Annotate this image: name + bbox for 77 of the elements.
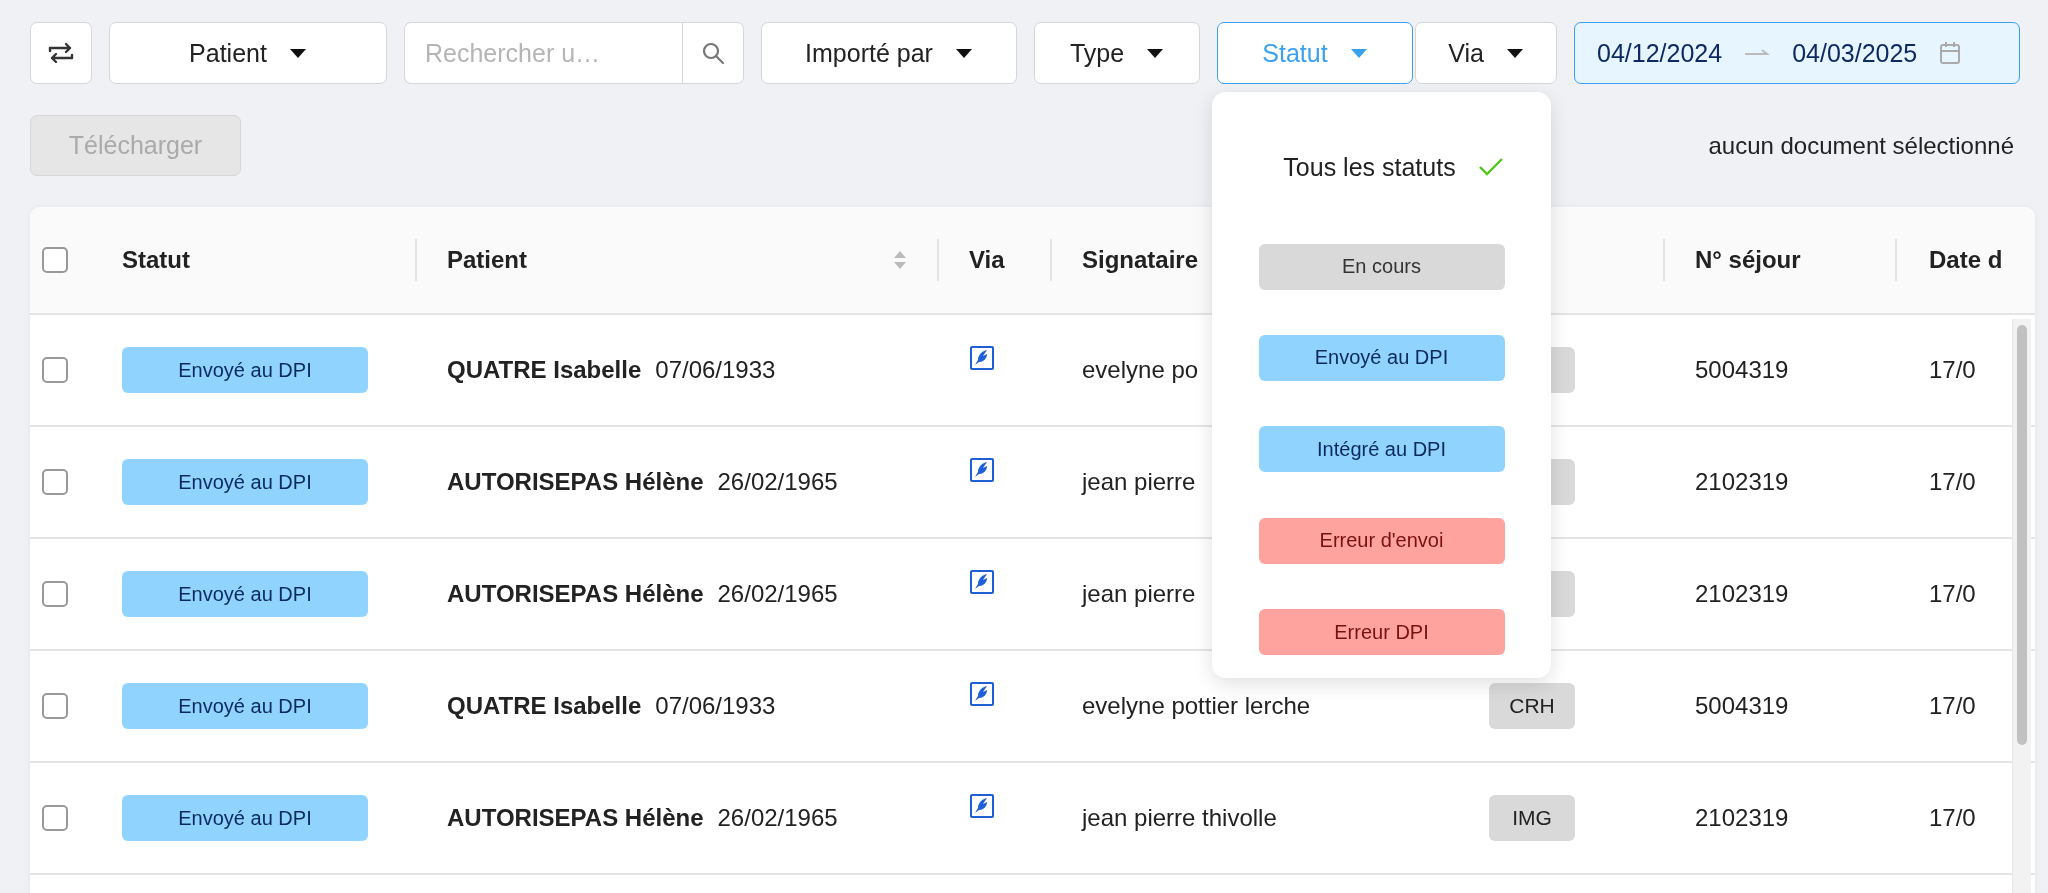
date-range-field[interactable]: 04/12/2024 04/03/2025 <box>1574 22 2020 84</box>
end-date: 04/03/2025 <box>1792 38 1918 68</box>
birth-date: 07/06/1933 <box>655 356 776 384</box>
type-badge: CRH <box>1489 683 1575 729</box>
feather-icon <box>969 681 995 707</box>
row-checkbox[interactable] <box>42 693 68 719</box>
swap-arrows-icon <box>47 41 75 65</box>
patient-name: AUTORISEPAS Hélène <box>447 804 704 832</box>
row-checkbox[interactable] <box>42 581 68 607</box>
signatory: jean pierre <box>1082 468 1196 496</box>
menu-option[interactable]: Envoyé au DPI <box>1258 334 1505 381</box>
row-checkbox[interactable] <box>42 357 68 383</box>
column-header[interactable]: Statut <box>122 246 190 274</box>
column-header[interactable]: Patient <box>447 246 907 274</box>
patient-name: QUATRE Isabelle <box>447 692 642 720</box>
menu-option[interactable]: Tous les statuts <box>1283 152 1504 182</box>
feather-icon <box>969 457 995 483</box>
swap-button[interactable] <box>30 22 92 84</box>
date-cell: 17/0 <box>1929 580 1976 608</box>
select-all-checkbox[interactable] <box>42 247 68 273</box>
row-checkbox[interactable] <box>42 805 68 831</box>
search-button[interactable] <box>682 22 744 84</box>
signatory: jean pierre <box>1082 580 1196 608</box>
caret-icon <box>1146 47 1165 59</box>
filter-dropdown[interactable]: Type <box>1034 22 1200 84</box>
status-badge: Envoyé au DPI <box>122 795 368 841</box>
status-badge: Envoyé au DPI <box>122 571 368 617</box>
birth-date: 07/06/1933 <box>655 692 776 720</box>
filter-dropdown[interactable]: Patient <box>109 22 387 84</box>
column-header[interactable]: Via <box>969 246 1005 274</box>
calendar-icon <box>1939 41 1962 65</box>
search-icon <box>701 41 725 65</box>
column-header[interactable]: N° séjour <box>1695 246 1801 274</box>
sort-icon[interactable] <box>893 249 907 271</box>
signatory: jean pierre thivolle <box>1082 804 1277 832</box>
status-badge: Envoyé au DPI <box>122 459 368 505</box>
menu-option[interactable]: En cours <box>1258 243 1505 290</box>
menu-option[interactable]: Intégré au DPI <box>1258 426 1505 473</box>
start-date: 04/12/2024 <box>1597 38 1723 68</box>
menu-option[interactable]: Erreur DPI <box>1258 609 1505 656</box>
menu-option[interactable]: Erreur d'envoi <box>1258 517 1505 564</box>
birth-date: 26/02/1965 <box>717 580 838 608</box>
status-badge: Envoyé au DPI <box>122 683 368 729</box>
patient-name: AUTORISEPAS Hélène <box>447 468 704 496</box>
filter-dropdown[interactable]: Importé par <box>761 22 1017 84</box>
date-cell: 17/0 <box>1929 804 1976 832</box>
row-checkbox[interactable] <box>42 469 68 495</box>
caret-icon <box>954 47 973 59</box>
scrollbar[interactable] <box>2012 319 2031 893</box>
feather-icon <box>969 569 995 595</box>
patient-name: AUTORISEPAS Hélène <box>447 580 704 608</box>
selection-info: aucun document sélectionné <box>1708 131 2014 160</box>
stay-number: 2102319 <box>1695 804 1789 832</box>
date-cell: 17/0 <box>1929 356 1976 384</box>
date-cell: 17/0 <box>1929 692 1976 720</box>
stay-number: 5004319 <box>1695 356 1789 384</box>
filter-dropdown[interactable]: Via <box>1415 22 1557 84</box>
feather-icon <box>969 345 995 371</box>
type-badge: IMG <box>1489 795 1575 841</box>
feather-icon <box>969 793 995 819</box>
caret-icon <box>1349 47 1368 59</box>
caret-icon <box>288 47 307 59</box>
check-icon <box>1477 157 1504 178</box>
signatory: evelyne po <box>1082 356 1199 384</box>
date-cell: 17/0 <box>1929 468 1976 496</box>
column-header[interactable]: Date d <box>1929 246 2003 274</box>
stay-number: 5004319 <box>1695 692 1789 720</box>
patient-name: QUATRE Isabelle <box>447 356 642 384</box>
column-header[interactable]: Signataire <box>1082 246 1199 274</box>
signatory: evelyne pottier lerche <box>1082 692 1311 720</box>
stay-number: 2102319 <box>1695 580 1789 608</box>
search-field[interactable]: Rechercher u… <box>404 22 682 84</box>
stay-number: 2102319 <box>1695 468 1789 496</box>
status-badge: Envoyé au DPI <box>122 347 368 393</box>
birth-date: 26/02/1965 <box>717 468 838 496</box>
birth-date: 26/02/1965 <box>717 804 838 832</box>
caret-icon <box>1505 47 1524 59</box>
